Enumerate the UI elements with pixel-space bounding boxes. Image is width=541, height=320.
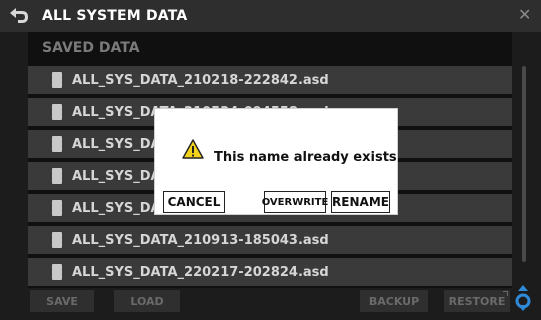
encoder-icon[interactable] [514,284,532,312]
function-bar: SAVE LOAD BACKUP RESTORE [28,288,512,314]
load-button[interactable]: LOAD [114,290,180,312]
file-icon [52,72,62,88]
window: ALL SYSTEM DATA ✕ SAVED DATA ALL_SYS_DAT… [0,0,541,320]
list-item[interactable]: ALL_SYS_DATA_210913-185043.asd [28,226,512,254]
rename-button[interactable]: RENAME [331,191,390,213]
restore-label: RESTORE [448,294,506,308]
file-icon [52,200,62,216]
page-title: ALL SYSTEM DATA [42,8,188,24]
list-item[interactable]: ALL_SYS_DATA_210218-222842.asd [28,66,512,94]
corner-mark-icon [503,291,508,296]
section-label: SAVED DATA [42,40,140,56]
confirm-dialog: This name already exists. CANCEL OVERWRI… [154,108,402,215]
dialog-message: This name already exists. [214,150,402,165]
file-icon [52,264,62,280]
restore-button[interactable]: RESTORE [444,290,510,312]
warning-icon [182,139,204,159]
cancel-button[interactable]: CANCEL [163,191,225,213]
scrollbar[interactable] [522,66,526,262]
file-icon [52,136,62,152]
title-bar: ALL SYSTEM DATA ✕ [0,0,541,32]
file-name: ALL_SYS_DATA_210913-185043.asd [72,232,329,248]
overwrite-button[interactable]: OVERWRITE [262,191,328,213]
file-icon [52,232,62,248]
save-button[interactable]: SAVE [30,290,94,312]
backup-button[interactable]: BACKUP [360,290,428,312]
file-icon [52,104,62,120]
file-icon [52,168,62,184]
back-arrow-icon[interactable] [8,6,30,26]
close-icon[interactable]: ✕ [518,6,531,24]
list-item[interactable]: ALL_SYS_DATA_220217-202824.asd [28,258,512,286]
file-name: ALL_SYS_DATA_210218-222842.asd [72,72,329,88]
file-name: ALL_SYS_DATA_220217-202824.asd [72,264,329,280]
